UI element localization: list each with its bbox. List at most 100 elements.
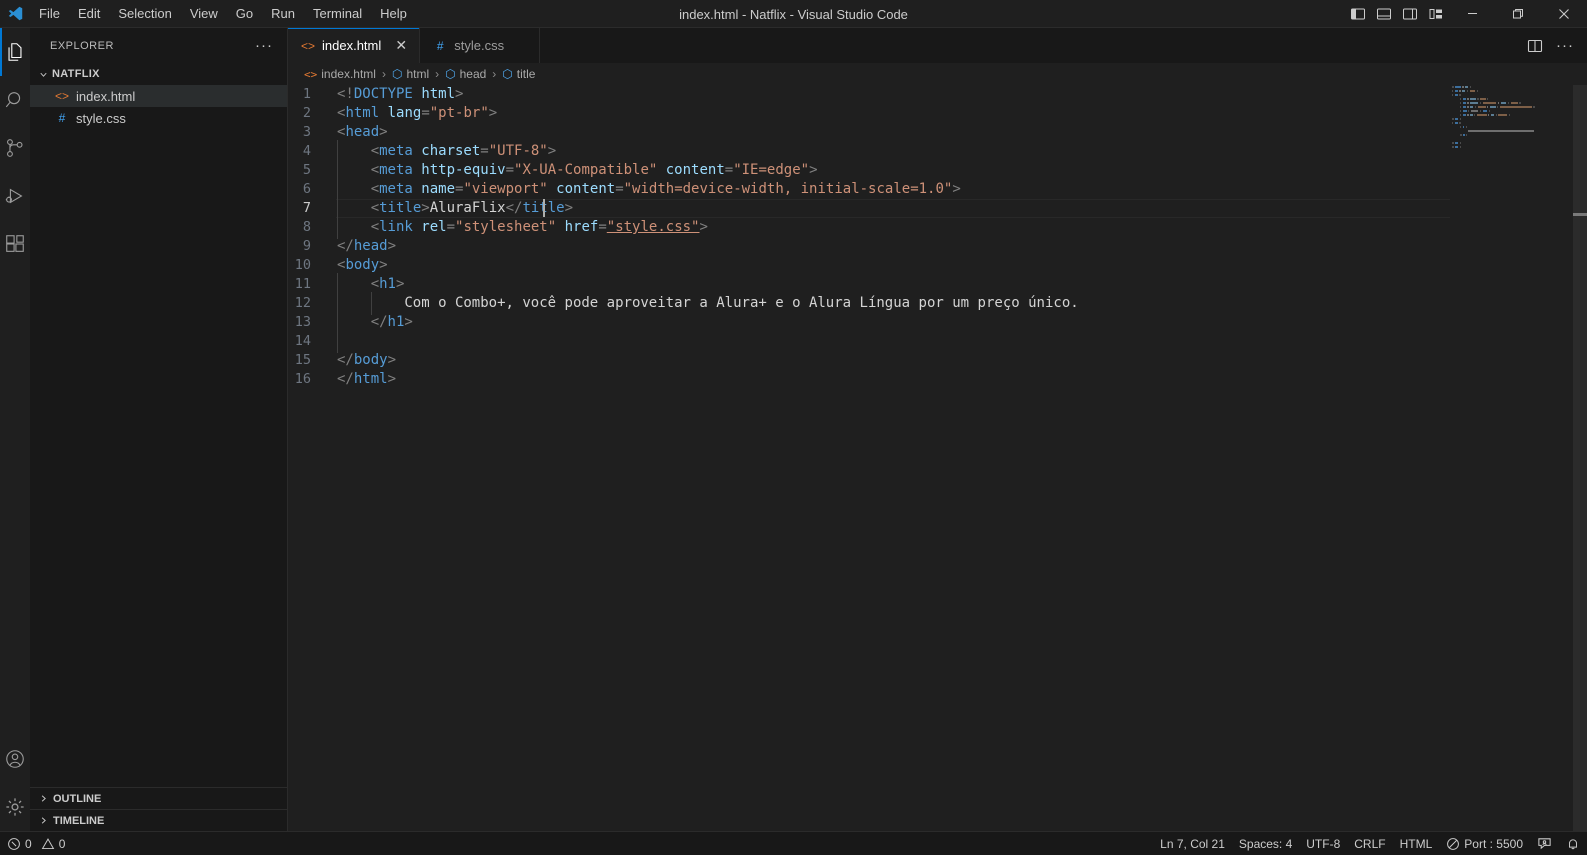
code-line[interactable]: 4 <meta charset="UTF-8">	[288, 140, 1587, 163]
code-line[interactable]: 2 <html lang="pt-br">	[288, 104, 1587, 123]
indent-guide	[337, 216, 371, 239]
extensions-icon	[4, 233, 26, 255]
toggle-primary-sidebar-icon[interactable]	[1345, 0, 1371, 28]
error-count: 0	[25, 836, 32, 851]
menu-view[interactable]: View	[181, 3, 227, 25]
code-token: meta	[379, 162, 413, 178]
activitybar-search[interactable]	[0, 76, 30, 124]
code-line[interactable]: 8 <link rel="stylesheet" href="style.css…	[288, 216, 1587, 239]
code-token: >	[387, 352, 397, 368]
code-token: "pt-br"	[429, 105, 489, 121]
status-language-mode[interactable]: HTML	[1393, 832, 1440, 855]
status-problems[interactable]: 0 0	[0, 832, 72, 855]
menu-run[interactable]: Run	[262, 3, 304, 25]
activitybar-extensions[interactable]	[0, 220, 30, 268]
window-close-button[interactable]	[1541, 0, 1587, 28]
code-token: >	[699, 219, 708, 235]
html-file-icon: <>	[304, 67, 318, 81]
code-token: <	[370, 181, 380, 197]
code-line-text	[332, 330, 371, 353]
code-line[interactable]: 3 <head>	[288, 123, 1587, 142]
menu-go[interactable]: Go	[227, 3, 262, 25]
menu-help[interactable]: Help	[371, 3, 416, 25]
code-token: </	[370, 314, 388, 330]
code-line[interactable]: 15 </body>	[288, 351, 1587, 370]
code-line[interactable]: 12 Com o Combo+, você pode aproveitar a …	[288, 292, 1587, 315]
folder-natflix[interactable]: NATFLIX	[30, 63, 287, 85]
breadcrumb-item-html[interactable]: ⬡ html	[392, 67, 429, 81]
tab-style-css[interactable]: # style.css	[420, 28, 541, 63]
code-token: "style.css"	[606, 219, 700, 235]
activitybar-accounts[interactable]	[0, 735, 30, 783]
code-line[interactable]: 11 <h1>	[288, 273, 1587, 296]
html-file-icon: <>	[54, 89, 69, 103]
code-line[interactable]: 14	[288, 330, 1587, 353]
customize-layout-icon[interactable]	[1423, 0, 1449, 28]
code-token: <	[370, 143, 380, 159]
code-token: =	[446, 219, 456, 235]
activitybar-source-control[interactable]	[0, 124, 30, 172]
code-content[interactable]: 1 <!DOCTYPE html> 2 <html lang="pt-br"> 3 <he…	[288, 85, 1587, 389]
code-line[interactable]: 1 <!DOCTYPE html>	[288, 85, 1587, 104]
code-line[interactable]: 13 </h1>	[288, 311, 1587, 334]
indent-guide	[370, 292, 405, 315]
activitybar-explorer[interactable]	[0, 28, 30, 76]
editor-group: <> index.html ✕ # style.css ··· <> index…	[288, 28, 1587, 831]
code-token: html	[421, 86, 456, 102]
status-live-server-port[interactable]: Port : 5500	[1439, 832, 1530, 855]
activitybar-manage-settings[interactable]	[0, 783, 30, 831]
activitybar-run-and-debug[interactable]	[0, 172, 30, 220]
explorer-more-actions-icon[interactable]: ···	[249, 37, 279, 54]
code-token: =	[421, 105, 430, 121]
editor-vertical-scrollbar[interactable]	[1573, 85, 1587, 831]
css-file-icon: #	[436, 38, 444, 53]
editor-more-actions-icon[interactable]: ···	[1551, 28, 1579, 63]
breadcrumb-label: title	[516, 67, 536, 81]
breadcrumb-separator: ›	[492, 67, 497, 81]
file-item-index-html[interactable]: <> index.html	[30, 85, 287, 107]
code-line[interactable]: 16 </html>	[288, 370, 1587, 389]
menu-terminal[interactable]: Terminal	[304, 3, 371, 25]
code-token: >	[564, 200, 574, 216]
status-eol[interactable]: CRLF	[1347, 832, 1392, 855]
split-editor-right-icon[interactable]	[1521, 28, 1549, 63]
breadcrumb-item-file[interactable]: <> index.html	[304, 67, 376, 81]
status-editor-position[interactable]: Ln 7, Col 21	[1153, 832, 1232, 855]
toggle-panel-icon[interactable]	[1371, 0, 1397, 28]
code-line-text: <meta http-equiv="X-UA-Compatible" conte…	[332, 159, 818, 182]
breadcrumb-item-title[interactable]: ⬡ title	[502, 67, 535, 81]
pane-outline[interactable]: OUTLINE	[30, 787, 287, 809]
menu-file[interactable]: File	[30, 3, 69, 25]
tab-index-html[interactable]: <> index.html ✕	[288, 28, 421, 63]
status-feedback[interactable]	[1530, 832, 1559, 855]
status-indentation[interactable]: Spaces: 4	[1232, 832, 1299, 855]
pane-outline-label: OUTLINE	[53, 792, 102, 805]
tab-close-icon[interactable]: ✕	[393, 37, 409, 54]
pane-timeline-label: TIMELINE	[53, 814, 105, 827]
status-notifications[interactable]	[1559, 832, 1587, 855]
editor-minimap[interactable]	[1450, 85, 1573, 831]
code-line[interactable]: 9 </head>	[288, 237, 1587, 256]
menu-selection[interactable]: Selection	[109, 3, 180, 25]
code-token: rel	[421, 219, 447, 235]
code-line-text: <meta charset="UTF-8">	[332, 140, 556, 163]
status-bar: 0 0 Ln 7, Col 21 Spaces: 4 UTF-8 CRLF HT…	[0, 831, 1587, 855]
explorer-sidebar: EXPLORER ··· NATFLIX <> index.html # sty…	[30, 28, 288, 831]
status-encoding[interactable]: UTF-8	[1299, 832, 1347, 855]
code-editor[interactable]: 1 <!DOCTYPE html> 2 <html lang="pt-br"> 3 <he…	[288, 85, 1587, 831]
toggle-secondary-sidebar-icon[interactable]	[1397, 0, 1423, 28]
breadcrumb-item-head[interactable]: ⬡ head	[445, 67, 486, 81]
code-line[interactable]: 5 <meta http-equiv="X-UA-Compatible" con…	[288, 159, 1587, 182]
pane-timeline[interactable]: TIMELINE	[30, 809, 287, 831]
code-line[interactable]: 6 <meta name="viewport" content="width=d…	[288, 178, 1587, 201]
code-line[interactable]: 7 <title>AluraFlix</title>	[288, 197, 1587, 220]
code-line[interactable]: 10 <body>	[288, 256, 1587, 275]
code-token: >	[404, 314, 413, 330]
menu-edit[interactable]: Edit	[69, 3, 109, 25]
breadcrumb-separator: ›	[435, 67, 440, 81]
file-item-style-css[interactable]: # style.css	[30, 107, 287, 129]
breadcrumb-separator: ›	[381, 67, 386, 81]
window-maximize-button[interactable]	[1495, 0, 1541, 28]
window-minimize-button[interactable]	[1449, 0, 1495, 28]
